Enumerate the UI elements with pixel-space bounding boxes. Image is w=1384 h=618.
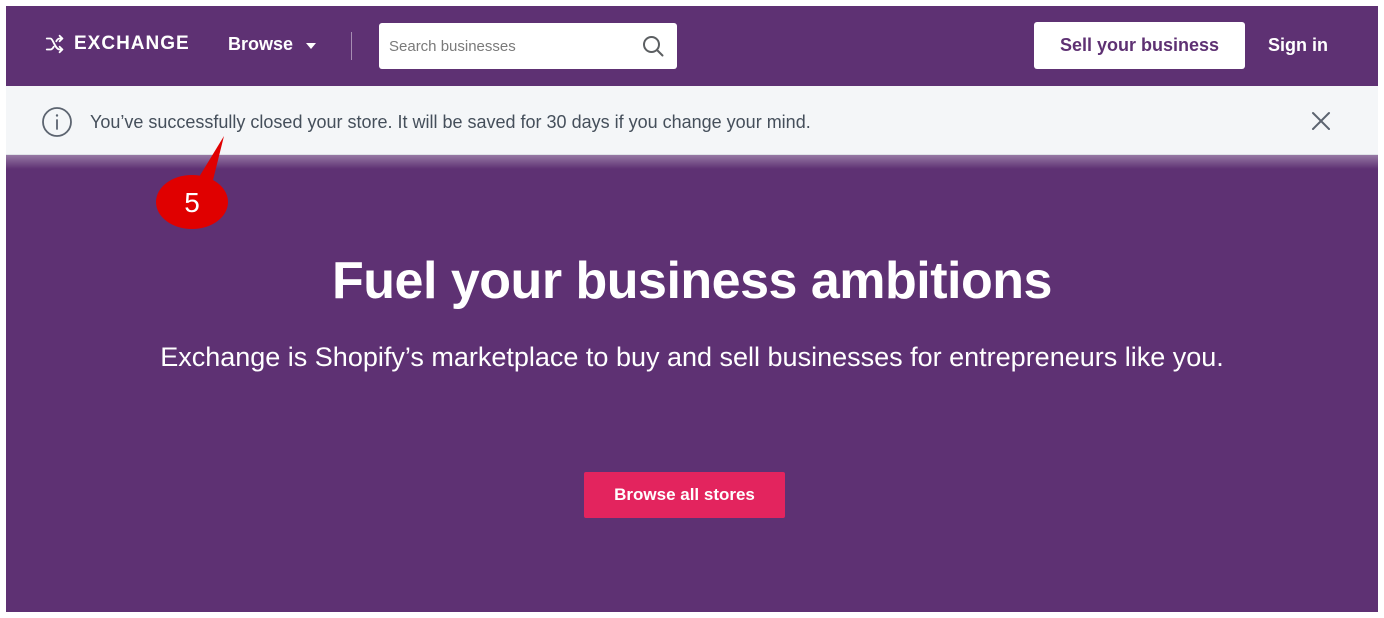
search-icon[interactable] xyxy=(641,34,665,58)
shuffle-icon xyxy=(45,34,64,54)
hero-subtitle: Exchange is Shopify’s marketplace to buy… xyxy=(160,342,1224,372)
page: EXCHANGE Browse Sell your business Sign … xyxy=(6,6,1378,612)
search-box xyxy=(379,23,677,69)
info-icon xyxy=(42,107,72,137)
exchange-logo[interactable]: EXCHANGE xyxy=(44,33,190,55)
browse-menu[interactable]: Browse xyxy=(228,34,317,55)
nav-divider xyxy=(351,32,352,60)
browse-label: Browse xyxy=(228,34,294,54)
sell-your-business-button[interactable]: Sell your business xyxy=(1034,22,1245,69)
close-icon[interactable] xyxy=(1310,110,1332,132)
chevron-down-icon xyxy=(306,42,317,49)
logo-text: EXCHANGE xyxy=(74,33,190,54)
browse-all-stores-button[interactable]: Browse all stores xyxy=(584,472,785,518)
hero-title: Fuel your business ambitions xyxy=(332,252,1052,310)
annotation-number: 5 xyxy=(184,187,200,218)
banner-message: You’ve successfully closed your store. I… xyxy=(90,112,811,132)
top-nav: EXCHANGE Browse Sell your business Sign … xyxy=(6,6,1378,86)
sign-in-link[interactable]: Sign in xyxy=(1268,35,1328,56)
search-input[interactable] xyxy=(379,23,649,69)
